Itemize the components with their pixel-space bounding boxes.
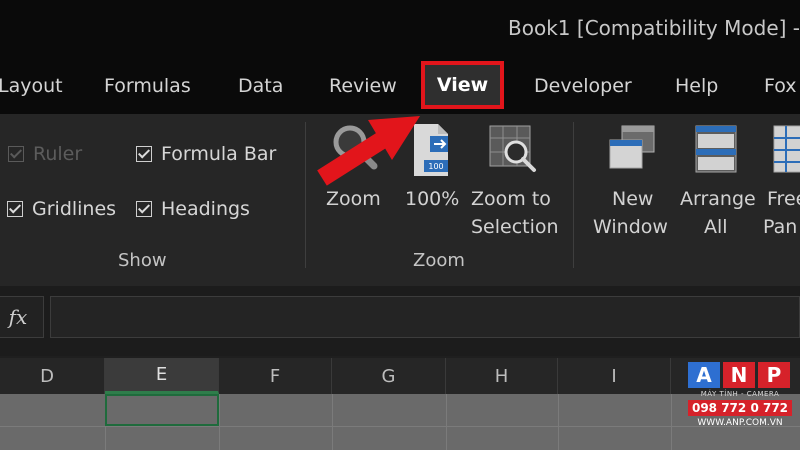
anp-logo: A N P bbox=[688, 362, 792, 388]
gridlines-check-icon bbox=[7, 201, 23, 217]
red-arrow-annotation bbox=[317, 116, 420, 186]
logo-letter-p: P bbox=[758, 362, 790, 388]
grid-line bbox=[558, 394, 559, 450]
headings-label: Headings bbox=[161, 198, 250, 220]
headings-checkbox[interactable]: Headings bbox=[136, 198, 250, 220]
formula-input[interactable] bbox=[50, 296, 800, 338]
headings-check-icon bbox=[136, 201, 152, 217]
grid-line bbox=[219, 394, 220, 450]
arrange-all-label-1: Arrange bbox=[680, 188, 756, 210]
freeze-panes-icon bbox=[773, 125, 800, 173]
tab-review[interactable]: Review bbox=[329, 75, 397, 97]
gridlines-label: Gridlines bbox=[32, 198, 117, 220]
freeze-panes-label-1: Free bbox=[767, 188, 800, 210]
ruler-check-icon bbox=[8, 146, 24, 162]
logo-letter-a: A bbox=[688, 362, 720, 388]
tab-data[interactable]: Data bbox=[238, 75, 283, 97]
column-header-e[interactable]: E bbox=[105, 358, 219, 394]
arrange-all-label-2: All bbox=[704, 216, 728, 238]
zoom-group-label: Zoom bbox=[413, 250, 465, 271]
zoom-selection-icon bbox=[489, 125, 536, 172]
ruler-label: Ruler bbox=[33, 143, 83, 165]
grid-line bbox=[332, 394, 333, 450]
arrange-all-button[interactable] bbox=[694, 124, 738, 174]
tab-developer[interactable]: Developer bbox=[534, 75, 632, 97]
tab-page-layout[interactable]: Layout bbox=[0, 75, 63, 97]
insert-function-button[interactable]: fx bbox=[0, 296, 44, 338]
column-header-h[interactable]: H bbox=[446, 358, 558, 394]
column-header-d[interactable]: D bbox=[0, 358, 105, 394]
freeze-panes-label-2: Pan bbox=[763, 216, 798, 238]
freeze-panes-button[interactable] bbox=[772, 124, 800, 174]
anp-watermark: A N P MÁY TÍNH - CAMERA 098 772 0 772 WW… bbox=[688, 362, 792, 428]
arrange-all-icon bbox=[695, 125, 737, 173]
watermark-tagline: MÁY TÍNH - CAMERA bbox=[700, 390, 780, 398]
column-header-g[interactable]: G bbox=[332, 358, 446, 394]
formula-bar-check-icon bbox=[136, 146, 152, 162]
new-window-button[interactable] bbox=[606, 124, 658, 172]
tab-foxit[interactable]: Fox bbox=[764, 75, 797, 97]
svg-text:100: 100 bbox=[428, 162, 443, 171]
tab-view[interactable]: View bbox=[421, 61, 504, 109]
tab-formulas[interactable]: Formulas bbox=[104, 75, 191, 97]
column-header-f[interactable]: F bbox=[219, 358, 332, 394]
watermark-phone: 098 772 0 772 bbox=[688, 400, 792, 416]
ruler-checkbox: Ruler bbox=[8, 143, 82, 165]
fx-icon: fx bbox=[8, 305, 28, 329]
grid-line bbox=[446, 394, 447, 450]
watermark-url: WWW.ANP.COM.VN bbox=[697, 418, 783, 428]
grid-line bbox=[0, 426, 800, 427]
active-cell[interactable] bbox=[105, 394, 219, 426]
grid-line bbox=[671, 394, 672, 450]
column-header-i[interactable]: I bbox=[558, 358, 671, 394]
zoom-to-selection-label-1: Zoom to bbox=[471, 188, 551, 210]
show-group-label: Show bbox=[118, 250, 167, 271]
gridlines-checkbox[interactable]: Gridlines bbox=[7, 198, 116, 220]
zoom-to-selection-button[interactable] bbox=[488, 124, 538, 174]
formula-bar-label: Formula Bar bbox=[161, 143, 277, 165]
zoom-to-selection-label-2: Selection bbox=[471, 216, 559, 238]
group-separator-2 bbox=[573, 122, 574, 268]
tab-view-label: View bbox=[436, 74, 489, 96]
window-title: Book1 [Compatibility Mode] - bbox=[508, 16, 800, 40]
tab-help[interactable]: Help bbox=[675, 75, 718, 97]
formula-bar-checkbox[interactable]: Formula Bar bbox=[136, 143, 276, 165]
logo-letter-n: N bbox=[723, 362, 755, 388]
new-window-icon bbox=[609, 125, 655, 169]
new-window-label-1: New bbox=[612, 188, 654, 210]
new-window-label-2: Window bbox=[593, 216, 668, 238]
